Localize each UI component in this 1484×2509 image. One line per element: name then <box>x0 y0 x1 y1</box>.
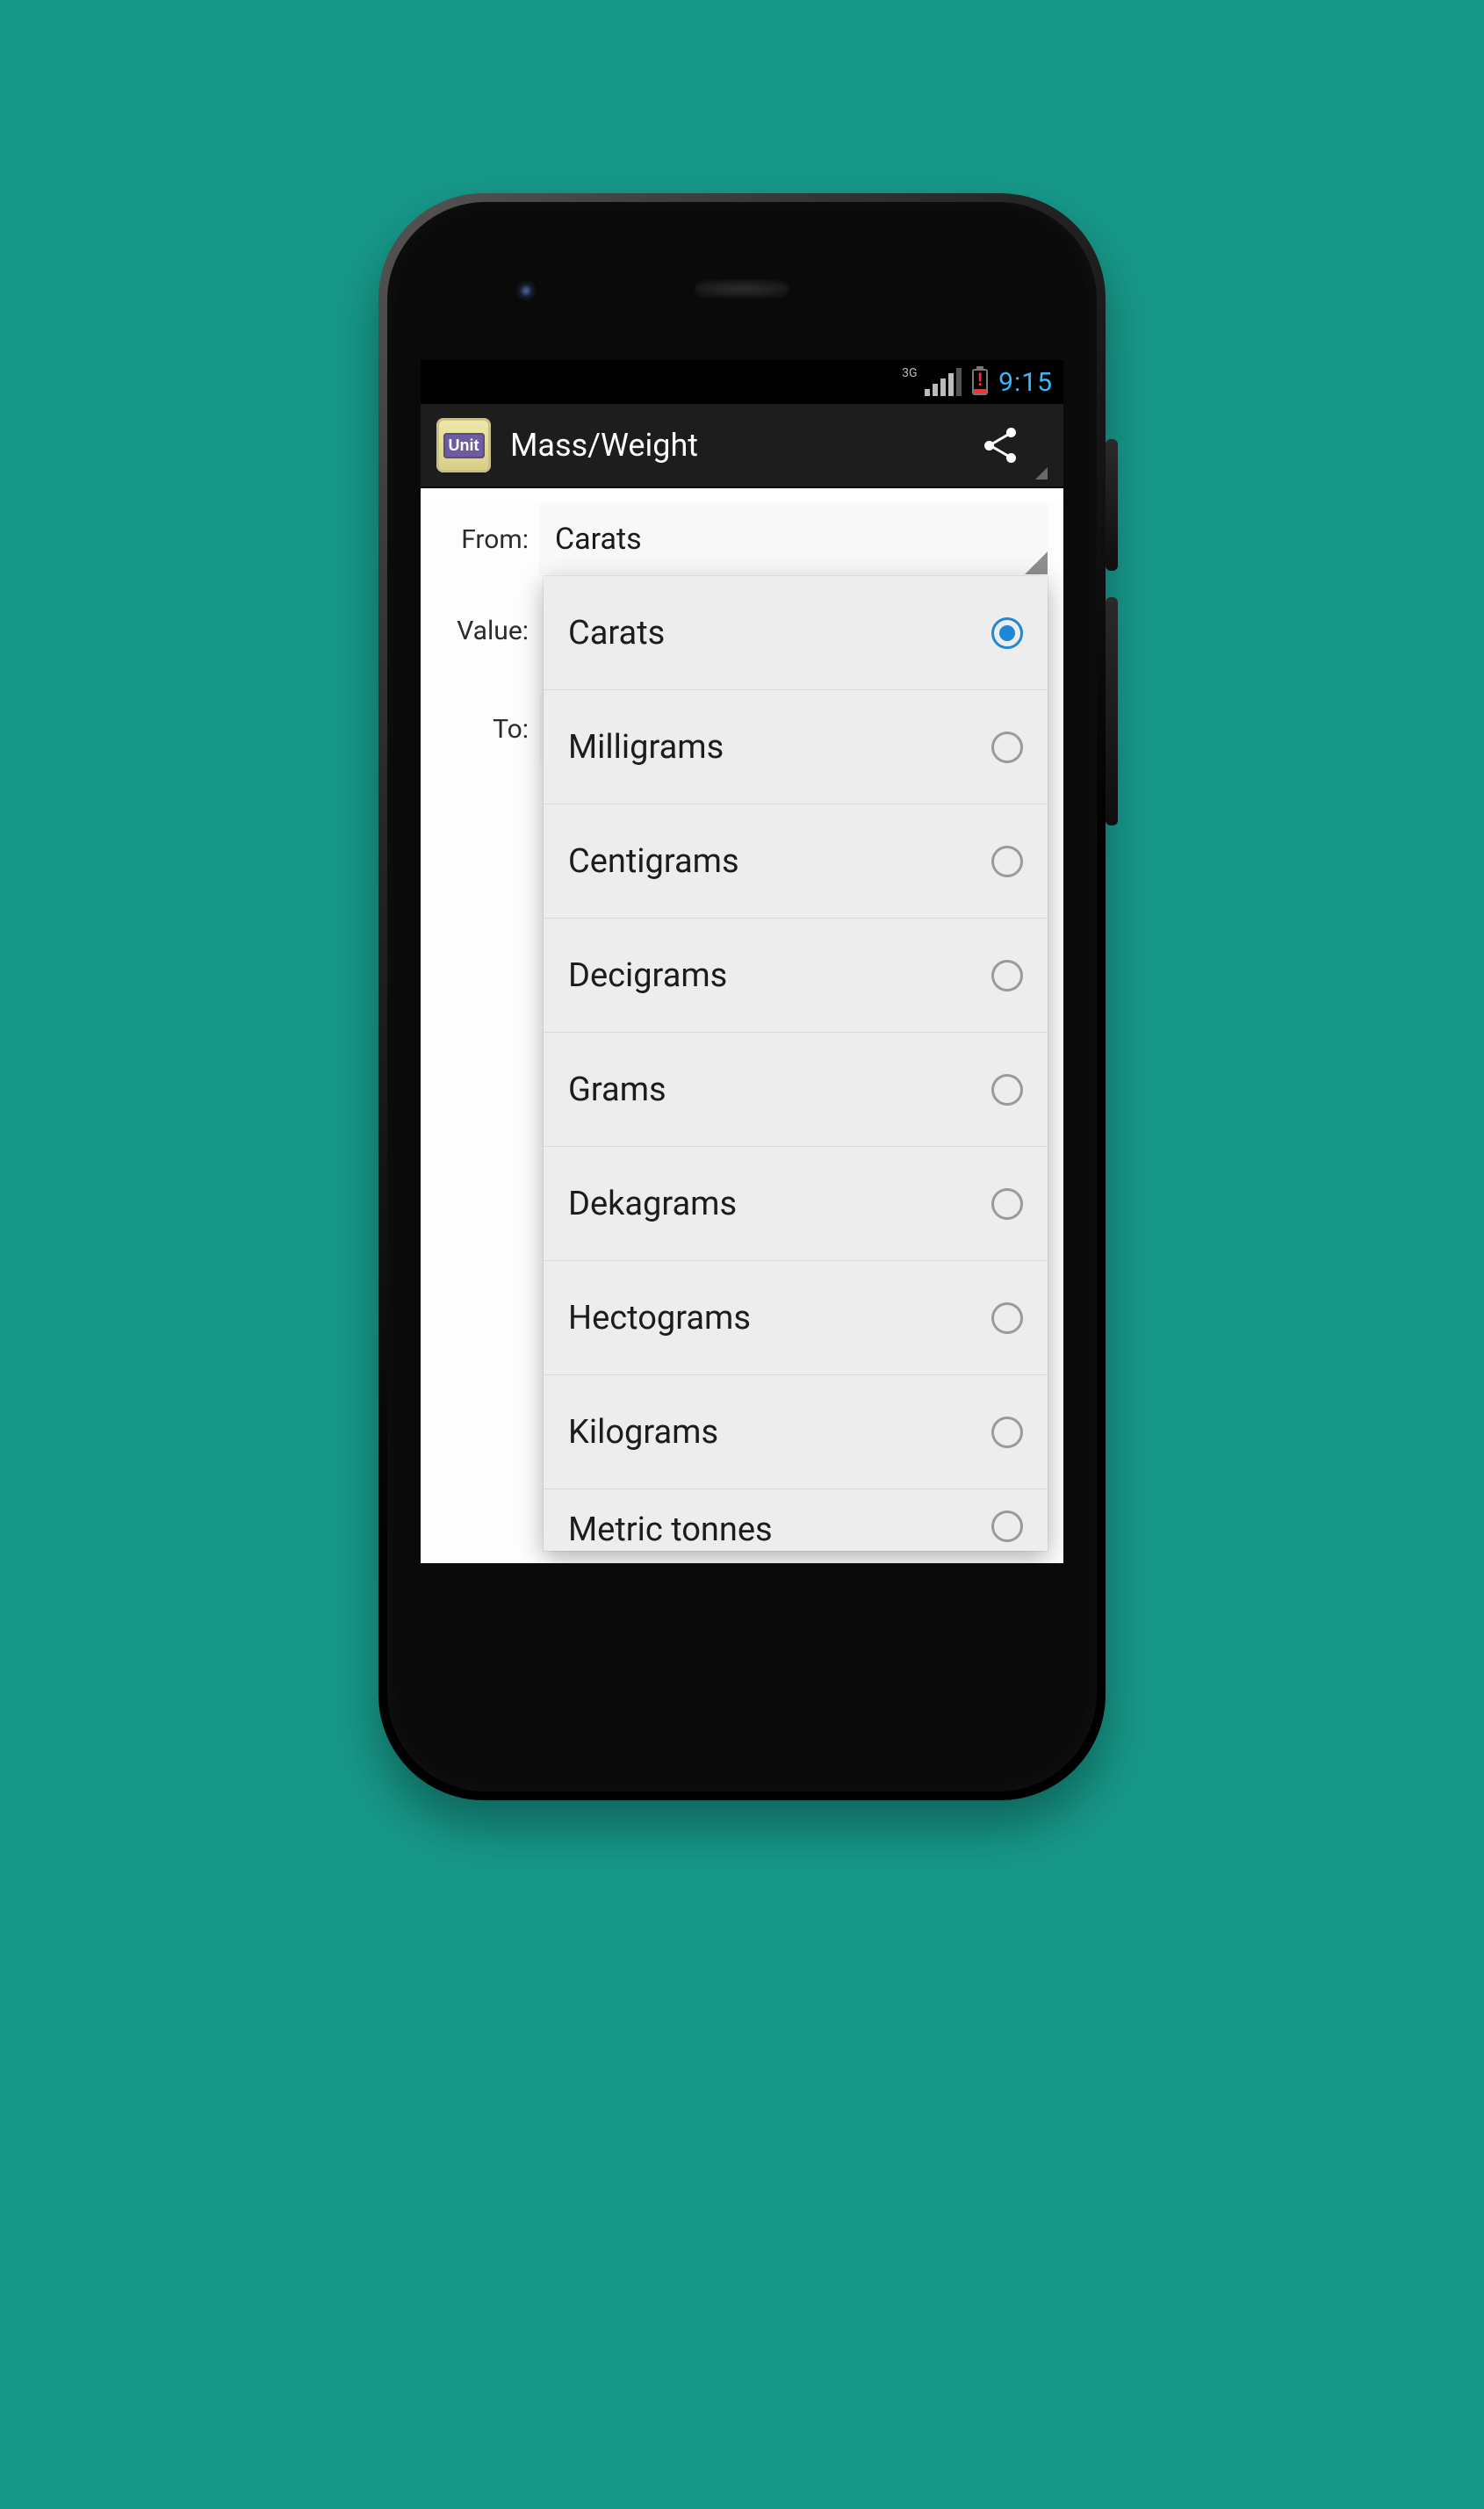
from-spinner[interactable]: Carats <box>539 504 1048 574</box>
radio-icon <box>991 960 1023 991</box>
share-icon[interactable] <box>979 424 1021 466</box>
signal-indicator: 3G <box>925 368 962 396</box>
phone-frame: 3G ! 9:15 Unit Mass/Weight <box>378 193 1106 1800</box>
from-row: From: Carats <box>421 501 1063 578</box>
phone-speaker <box>694 279 790 299</box>
screen: 3G ! 9:15 Unit Mass/Weight <box>421 360 1063 1563</box>
to-label: To: <box>421 714 539 745</box>
app-icon[interactable]: Unit <box>436 418 491 472</box>
from-label: From: <box>421 524 539 555</box>
battery-icon: ! <box>972 369 988 395</box>
unit-option-label: Milligrams <box>568 728 991 767</box>
status-bar: 3G ! 9:15 <box>421 360 1063 404</box>
phone-camera <box>519 284 533 298</box>
radio-icon <box>991 1188 1023 1220</box>
radio-icon <box>991 1510 1023 1542</box>
content-area: From: Carats Value: To: CaratsMilli <box>421 501 1063 1563</box>
unit-option-label: Metric tonnes <box>568 1510 991 1549</box>
unit-option-label: Centigrams <box>568 842 991 881</box>
action-bar: Unit Mass/Weight <box>421 404 1063 488</box>
value-label: Value: <box>421 616 539 646</box>
side-button <box>1106 597 1118 826</box>
unit-option-label: Kilograms <box>568 1413 991 1452</box>
phone-body: 3G ! 9:15 Unit Mass/Weight <box>387 202 1097 1792</box>
unit-option[interactable]: Hectograms <box>544 1261 1048 1375</box>
unit-option[interactable]: Milligrams <box>544 690 1048 804</box>
unit-option[interactable]: Decigrams <box>544 919 1048 1033</box>
unit-option-label: Hectograms <box>568 1299 991 1337</box>
unit-option[interactable]: Kilograms <box>544 1375 1048 1489</box>
signal-bars-icon <box>925 368 962 396</box>
app-icon-label: Unit <box>443 433 485 458</box>
unit-option-label: Grams <box>568 1071 991 1109</box>
page-title: Mass/Weight <box>510 427 960 464</box>
radio-icon <box>991 617 1023 649</box>
unit-option[interactable]: Dekagrams <box>544 1147 1048 1261</box>
from-spinner-value: Carats <box>555 522 642 557</box>
unit-option-label: Carats <box>568 614 991 652</box>
unit-option[interactable]: Grams <box>544 1033 1048 1147</box>
unit-option[interactable]: Metric tonnes <box>544 1489 1048 1551</box>
radio-icon <box>991 1417 1023 1448</box>
unit-option[interactable]: Carats <box>544 576 1048 690</box>
unit-select-popup: Carats Milligrams Centigrams Decigrams Grams… <box>544 576 1048 1551</box>
overflow-menu-icon[interactable] <box>1035 467 1048 479</box>
unit-option-label: Dekagrams <box>568 1185 991 1223</box>
side-button <box>1106 439 1118 571</box>
network-type-label: 3G <box>902 366 917 380</box>
status-clock: 9:15 <box>998 367 1053 398</box>
radio-icon <box>991 846 1023 877</box>
radio-icon <box>991 1302 1023 1334</box>
radio-icon <box>991 732 1023 763</box>
unit-option[interactable]: Centigrams <box>544 804 1048 919</box>
radio-icon <box>991 1074 1023 1106</box>
unit-option-label: Decigrams <box>568 956 991 995</box>
